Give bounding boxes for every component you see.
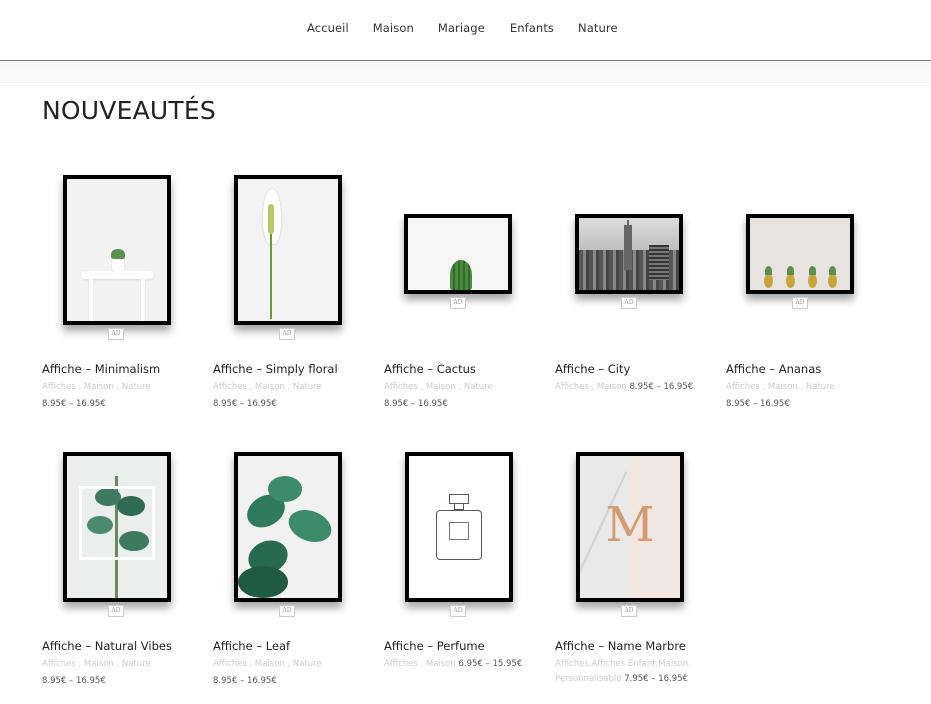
product-categories[interactable]: Affiches , Maison , Nature xyxy=(384,382,544,392)
product-categories[interactable]: Affiches , Maison 8.95€ – 16.95€ xyxy=(555,382,715,392)
product-price: 8.95€ – 16.95€ xyxy=(42,676,106,686)
product-image[interactable]: M AD xyxy=(555,447,705,627)
product-card-city[interactable]: AD Affiche – City Affiches , Maison 8.95… xyxy=(555,170,715,392)
product-image[interactable]: AD xyxy=(213,170,363,350)
ad-logo-badge: AD xyxy=(108,605,124,617)
product-categories[interactable]: Affiches , Maison , Nature xyxy=(213,382,373,392)
product-title[interactable]: Affiche – City xyxy=(555,362,715,376)
nav-item-enfants[interactable]: Enfants xyxy=(510,21,554,35)
product-title[interactable]: Affiche – Leaf xyxy=(213,639,373,653)
header-shadow-strip xyxy=(0,61,931,83)
ad-logo-badge: AD xyxy=(108,328,124,340)
product-categories[interactable]: Affiches , Maison , Nature xyxy=(42,382,202,392)
product-price: 8.95€ – 16.95€ xyxy=(42,399,106,409)
ad-logo-badge: AD xyxy=(450,297,466,309)
product-image[interactable]: AD xyxy=(213,447,363,627)
product-image[interactable]: AD xyxy=(726,170,876,350)
ad-logo-badge: AD xyxy=(450,605,466,617)
product-categories[interactable]: Affiches,Affiches Enfant,Maison, xyxy=(555,659,715,669)
product-title[interactable]: Affiche – Simply floral xyxy=(213,362,373,376)
product-price: 8.95€ – 16.95€ xyxy=(213,399,277,409)
product-title[interactable]: Affiche – Perfume xyxy=(384,639,544,653)
page-title: NOUVEAUTÉS xyxy=(42,96,216,125)
product-image[interactable]: AD xyxy=(42,170,192,350)
product-price: 8.95€ – 16.95€ xyxy=(384,399,448,409)
nav-item-accueil[interactable]: Accueil xyxy=(307,21,349,35)
product-categories-line2[interactable]: Personnalisable 7.95€ – 16.95€ xyxy=(555,674,715,684)
product-title[interactable]: Affiche – Natural Vibes xyxy=(42,639,202,653)
product-price: 6.95€ – 15.95€ xyxy=(458,659,523,669)
product-title[interactable]: Affiche – Cactus xyxy=(384,362,544,376)
ad-logo-badge: AD xyxy=(621,605,637,617)
product-price: 7.95€ – 16.95€ xyxy=(624,674,688,684)
product-categories[interactable]: Affiches , Maison 6.95€ – 15.95€ xyxy=(384,659,544,669)
product-categories[interactable]: Affiches , Maison , Nature xyxy=(726,382,886,392)
ad-logo-badge: AD xyxy=(279,605,295,617)
product-card-natural-vibes[interactable]: AD Affiche – Natural Vibes Affiches , Ma… xyxy=(42,447,202,686)
product-title[interactable]: Affiche – Ananas xyxy=(726,362,886,376)
product-image[interactable]: AD xyxy=(555,170,705,350)
product-card-perfume[interactable]: AD Affiche – Perfume Affiches , Maison 6… xyxy=(384,447,544,669)
product-title[interactable]: Affiche – Minimalism xyxy=(42,362,202,376)
product-categories[interactable]: Affiches , Maison , Nature xyxy=(42,659,202,669)
product-title[interactable]: Affiche – Name Marbre xyxy=(555,639,715,653)
top-navigation-bar: Accueil Maison Mariage Enfants Nature xyxy=(0,0,931,61)
product-card-simply-floral[interactable]: AD Affiche – Simply floral Affiches , Ma… xyxy=(213,170,373,409)
product-image[interactable]: AD xyxy=(384,170,534,350)
nav-item-maison[interactable]: Maison xyxy=(373,21,414,35)
product-card-minimalism[interactable]: AD Affiche – Minimalism Affiches , Maiso… xyxy=(42,170,202,409)
product-card-ananas[interactable]: AD Affiche – Ananas Affiches , Maison , … xyxy=(726,170,886,409)
main-nav: Accueil Maison Mariage Enfants Nature xyxy=(307,21,618,35)
nav-item-nature[interactable]: Nature xyxy=(578,21,618,35)
product-image[interactable]: AD xyxy=(42,447,192,627)
product-card-leaf[interactable]: AD Affiche – Leaf Affiches , Maison , Na… xyxy=(213,447,373,686)
ad-logo-badge: AD xyxy=(279,328,295,340)
product-price: 8.95€ – 16.95€ xyxy=(629,382,694,392)
product-image[interactable]: AD xyxy=(384,447,534,627)
ad-logo-badge: AD xyxy=(621,297,637,309)
ad-logo-badge: AD xyxy=(792,297,808,309)
product-price: 8.95€ – 16.95€ xyxy=(726,399,790,409)
product-card-cactus[interactable]: AD Affiche – Cactus Affiches , Maison , … xyxy=(384,170,544,409)
nav-item-mariage[interactable]: Mariage xyxy=(438,21,485,35)
product-card-name-marbre[interactable]: M AD Affiche – Name Marbre Affiches,Affi… xyxy=(555,447,715,684)
product-categories[interactable]: Affiches , Maison , Nature xyxy=(213,659,373,669)
product-price: 8.95€ – 16.95€ xyxy=(213,676,277,686)
